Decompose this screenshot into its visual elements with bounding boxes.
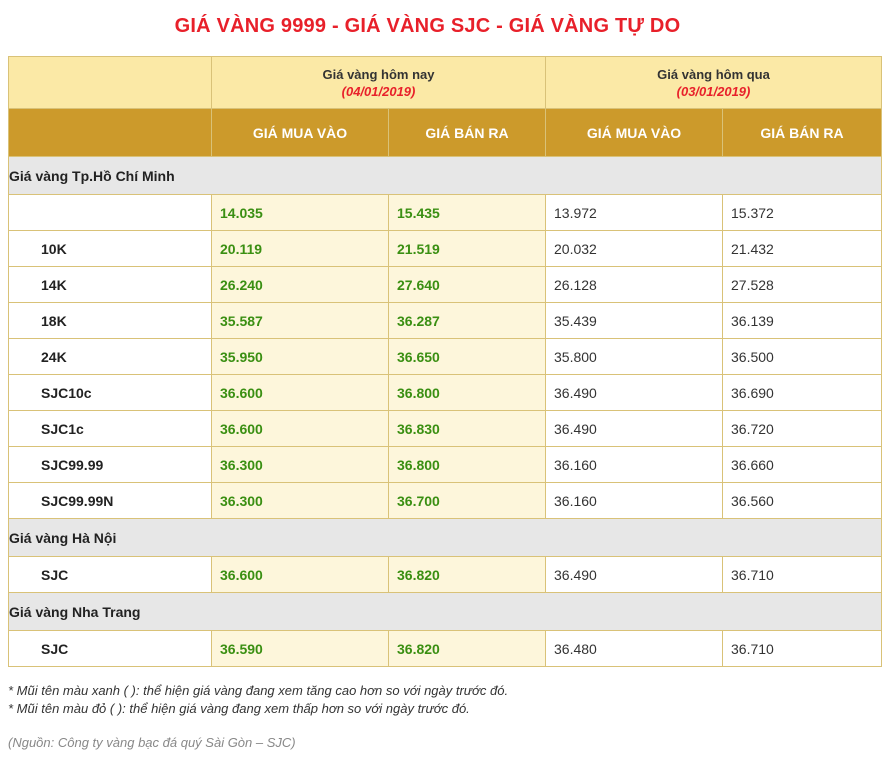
- yesterday-sell-price: 36.710: [722, 630, 883, 667]
- col-today-buy: GIÁ MUA VÀO: [211, 108, 389, 157]
- table-row: 10K 20.119 21.519 20.032 21.432: [8, 230, 883, 267]
- table-row: SJC 36.590 36.820 36.480 36.710: [8, 630, 883, 667]
- yesterday-buy-price: 36.490: [545, 374, 724, 411]
- today-buy-price: 36.600: [211, 374, 389, 411]
- header-today: Giá vàng hôm nay (04/01/2019): [210, 56, 547, 109]
- yesterday-sell-price: 36.660: [722, 446, 883, 483]
- gold-price-table: Giá vàng hôm nay (04/01/2019) Giá vàng h…: [7, 56, 883, 667]
- yesterday-sell-price: 21.432: [722, 230, 883, 267]
- gold-type-label: [8, 194, 212, 231]
- header-row-dates: Giá vàng hôm nay (04/01/2019) Giá vàng h…: [8, 56, 883, 109]
- today-buy-price: 20.119: [211, 230, 389, 267]
- header-row-columns: GIÁ MUA VÀO GIÁ BÁN RA GIÁ MUA VÀO GIÁ B…: [8, 108, 883, 157]
- gold-type-label: 10K: [8, 230, 212, 267]
- gold-type-label: 14K: [8, 266, 212, 303]
- yesterday-buy-price: 36.490: [545, 410, 724, 447]
- today-sell-price: 36.830: [387, 410, 547, 447]
- gold-type-label: SJC1c: [8, 410, 212, 447]
- yesterday-buy-price: 35.439: [545, 302, 724, 339]
- today-buy-price: 14.035: [211, 194, 389, 231]
- today-date: (04/01/2019): [341, 84, 416, 99]
- yesterday-sell-price: 36.710: [722, 556, 883, 593]
- today-buy-price: 26.240: [211, 266, 389, 303]
- table-row: SJC1c 36.600 36.830 36.490 36.720: [8, 410, 883, 447]
- col-today-sell: GIÁ BÁN RA: [387, 108, 547, 157]
- yesterday-buy-price: 36.160: [545, 482, 724, 519]
- gold-type-label: SJC: [8, 556, 212, 593]
- col-yest-sell: GIÁ BÁN RA: [722, 108, 883, 157]
- today-sell-price: 27.640: [387, 266, 547, 303]
- gold-type-label: 24K: [8, 338, 212, 375]
- gold-type-label: SJC10c: [8, 374, 212, 411]
- header-corner: [8, 56, 212, 109]
- section-row: Giá vàng Nha Trang: [7, 592, 883, 631]
- header-corner-2: [8, 108, 212, 157]
- yesterday-label: Giá vàng hôm qua: [657, 67, 770, 82]
- gold-type-label: SJC99.99: [8, 446, 212, 483]
- source-note: (Nguồn: Công ty vàng bạc đá quý Sài Gòn …: [8, 735, 296, 750]
- table-row: 18K 35.587 36.287 35.439 36.139: [8, 302, 883, 339]
- today-buy-price: 35.950: [211, 338, 389, 375]
- section-row: Giá vàng Tp.Hồ Chí Minh: [7, 156, 883, 195]
- yesterday-sell-price: 36.690: [722, 374, 883, 411]
- yesterday-buy-price: 36.490: [545, 556, 724, 593]
- col-yest-buy: GIÁ MUA VÀO: [545, 108, 724, 157]
- section-title: Giá vàng Tp.Hồ Chí Minh: [7, 156, 883, 195]
- section-title: Giá vàng Nha Trang: [7, 592, 883, 631]
- today-sell-price: 36.287: [387, 302, 547, 339]
- yesterday-buy-price: 35.800: [545, 338, 724, 375]
- today-sell-price: 21.519: [387, 230, 547, 267]
- header-yesterday: Giá vàng hôm qua (03/01/2019): [545, 56, 883, 109]
- today-sell-price: 36.820: [387, 630, 547, 667]
- yesterday-sell-price: 27.528: [722, 266, 883, 303]
- yesterday-sell-price: 36.139: [722, 302, 883, 339]
- table-row: SJC99.99 36.300 36.800 36.160 36.660: [8, 446, 883, 483]
- section-row: Giá vàng Hà Nội: [7, 518, 883, 557]
- today-buy-price: 35.587: [211, 302, 389, 339]
- page-title: GIÁ VÀNG 9999 - GIÁ VÀNG SJC - GIÁ VÀNG …: [174, 15, 681, 37]
- yesterday-sell-price: 36.500: [722, 338, 883, 375]
- table-row: SJC10c 36.600 36.800 36.490 36.690: [8, 374, 883, 411]
- today-buy-price: 36.300: [211, 446, 389, 483]
- gold-type-label: 18K: [8, 302, 212, 339]
- today-sell-price: 36.650: [387, 338, 547, 375]
- today-sell-price: 36.800: [387, 374, 547, 411]
- table-row: SJC 36.600 36.820 36.490 36.710: [8, 556, 883, 593]
- note-green-arrow: * Mũi tên màu xanh ( ): thể hiện giá vàn…: [8, 683, 509, 698]
- today-sell-price: 36.800: [387, 446, 547, 483]
- yesterday-buy-price: 36.160: [545, 446, 724, 483]
- yesterday-sell-price: 36.560: [722, 482, 883, 519]
- section-title: Giá vàng Hà Nội: [7, 518, 883, 557]
- today-sell-price: 36.820: [387, 556, 547, 593]
- yesterday-sell-price: 15.372: [722, 194, 883, 231]
- today-sell-price: 36.700: [387, 482, 547, 519]
- yesterday-buy-price: 13.972: [545, 194, 724, 231]
- yesterday-buy-price: 26.128: [545, 266, 724, 303]
- today-buy-price: 36.300: [211, 482, 389, 519]
- gold-type-label: SJC: [8, 630, 212, 667]
- today-sell-price: 15.435: [387, 194, 547, 231]
- yesterday-date: (03/01/2019): [676, 84, 751, 99]
- gold-type-label: SJC99.99N: [8, 482, 212, 519]
- table-row: SJC99.99N 36.300 36.700 36.160 36.560: [8, 482, 883, 519]
- yesterday-buy-price: 20.032: [545, 230, 724, 267]
- today-label: Giá vàng hôm nay: [322, 67, 435, 82]
- today-buy-price: 36.600: [211, 410, 389, 447]
- today-buy-price: 36.590: [211, 630, 389, 667]
- table-row: 24K 35.950 36.650 35.800 36.500: [8, 338, 883, 375]
- table-row: 14K 26.240 27.640 26.128 27.528: [8, 266, 883, 303]
- note-red-arrow: * Mũi tên màu đỏ ( ): thể hiện giá vàng …: [8, 701, 470, 716]
- yesterday-sell-price: 36.720: [722, 410, 883, 447]
- yesterday-buy-price: 36.480: [545, 630, 724, 667]
- table-row: 14.035 15.435 13.972 15.372: [8, 194, 883, 231]
- today-buy-price: 36.600: [211, 556, 389, 593]
